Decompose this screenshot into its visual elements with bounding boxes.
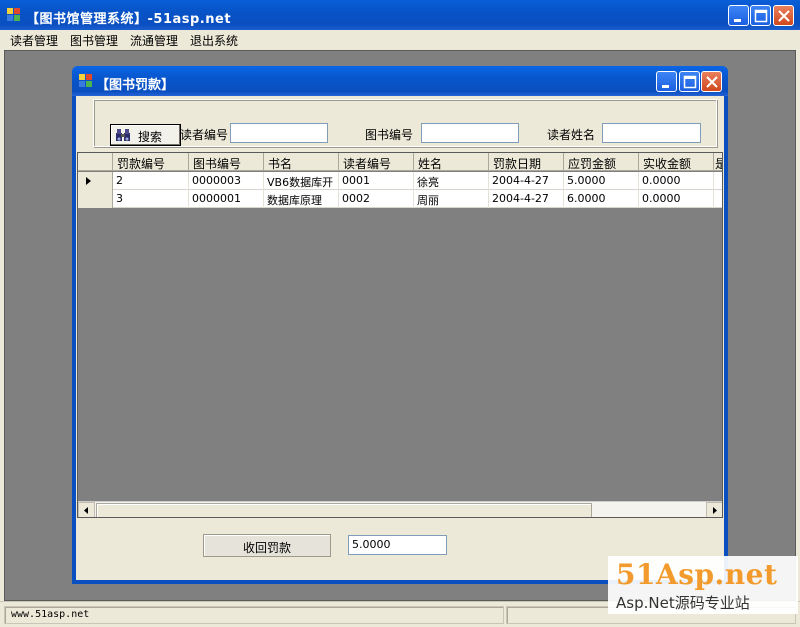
cell-fine-due[interactable]: 6.0000 [564,190,639,208]
column-header-book-title[interactable]: 书名 [264,153,339,171]
child-maximize-button[interactable] [679,71,700,92]
fine-window: 【图书罚款】 搜索 读者编号 图书编号 读者姓名 罚款编号 图书编号 书名 读者… [72,66,728,584]
cell-fine-received[interactable]: 0.0000 [639,190,714,208]
cell-fine-due[interactable]: 5.0000 [564,172,639,190]
menu-reader-management[interactable]: 读者管理 [10,32,58,49]
cell-reader-id[interactable]: 0001 [339,172,414,190]
cell-book-id[interactable]: 0000003 [189,172,264,190]
book-id-input[interactable] [421,123,519,143]
main-title-bar: 【图书馆管理系统】-51asp.net [0,0,800,30]
column-header-book-id[interactable]: 图书编号 [189,153,264,171]
app-icon [7,8,20,21]
menu-bar: 读者管理 图书管理 流通管理 退出系统 [0,30,800,50]
reader-name-input[interactable] [602,123,701,143]
menu-circulation-management[interactable]: 流通管理 [130,32,178,49]
arrow-left-icon [84,507,88,514]
close-button[interactable] [773,5,794,26]
cell-name[interactable]: 周丽 [414,190,489,208]
window-icon [79,74,92,87]
fine-window-body: 搜索 读者编号 图书编号 读者姓名 罚款编号 图书编号 书名 读者编号 姓名 罚… [76,96,724,580]
cell-book-id[interactable]: 0000001 [189,190,264,208]
row-selector[interactable] [78,190,113,208]
cell-fine-date[interactable]: 2004-4-27 [489,190,564,208]
search-groupbox: 搜索 读者编号 图书编号 读者姓名 [93,99,717,147]
grid-corner [78,153,113,171]
scroll-left-button[interactable] [78,502,95,517]
cell-fine-date[interactable]: 2004-4-27 [489,172,564,190]
menu-book-management[interactable]: 图书管理 [70,32,118,49]
scrollbar-thumb[interactable] [96,503,592,517]
row-selector[interactable] [78,172,113,190]
collect-fine-button-label: 收回罚款 [242,541,291,555]
fine-window-title: 【图书罚款】 [96,78,175,93]
minimize-icon [662,85,669,88]
grid-header: 罚款编号 图书编号 书名 读者编号 姓名 罚款日期 应罚金额 实收金额 是 [78,153,722,171]
cell-fine-id[interactable]: 3 [113,190,189,208]
table-row[interactable]: 2 0000003 VB6数据库开 0001 徐亮 2004-4-27 5.00… [78,172,722,190]
close-icon [706,76,718,88]
search-button-label: 搜索 [138,130,163,144]
child-minimize-button[interactable] [656,71,677,92]
cell-reader-id[interactable]: 0002 [339,190,414,208]
cell-book-title[interactable]: VB6数据库开 [264,172,339,190]
main-window-title: 【图书馆管理系统】-51asp.net [26,12,232,27]
minimize-icon [734,19,741,22]
cell-fine-received[interactable]: 0.0000 [639,172,714,190]
maximize-icon [754,9,768,23]
cell-truncated[interactable] [714,190,722,208]
reader-id-input[interactable] [230,123,328,143]
close-icon [778,10,790,22]
table-row[interactable]: 3 0000001 数据库原理 0002 周丽 2004-4-27 6.0000… [78,190,722,208]
watermark-logo: 51Asp.net [616,558,778,591]
column-header-reader-id[interactable]: 读者编号 [339,153,414,171]
maximize-icon [683,75,697,89]
collect-fine-button[interactable]: 收回罚款 [203,534,331,557]
site-watermark: 51Asp.net Asp.Net源码专业站 [608,556,798,614]
scroll-right-button[interactable] [706,502,722,517]
reader-id-label: 读者编号 [180,128,229,142]
minimize-button[interactable] [728,5,749,26]
menu-exit-system[interactable]: 退出系统 [190,32,238,49]
reader-name-label: 读者姓名 [547,128,596,142]
search-button[interactable]: 搜索 [110,124,181,146]
status-panel-main: www.51asp.net [4,606,504,624]
column-header-name[interactable]: 姓名 [414,153,489,171]
binoculars-icon [116,129,130,141]
column-header-fine-due[interactable]: 应罚金额 [564,153,639,171]
fine-window-title-bar: 【图书罚款】 [72,66,728,96]
horizontal-scrollbar[interactable] [78,501,722,517]
arrow-right-icon [713,507,717,514]
current-row-arrow-icon [86,177,91,185]
column-header-fine-received[interactable]: 实收金额 [639,153,714,171]
column-header-fine-id[interactable]: 罚款编号 [113,153,189,171]
child-close-button[interactable] [701,71,722,92]
status-text: www.51asp.net [11,609,90,620]
cell-book-title[interactable]: 数据库原理 [264,190,339,208]
column-header-fine-date[interactable]: 罚款日期 [489,153,564,171]
cell-truncated[interactable] [714,172,722,190]
watermark-subtitle: Asp.Net源码专业站 [616,594,750,612]
maximize-button[interactable] [750,5,771,26]
fine-amount-input[interactable]: 5.0000 [348,535,447,555]
cell-fine-id[interactable]: 2 [113,172,189,190]
cell-name[interactable]: 徐亮 [414,172,489,190]
fines-datagrid[interactable]: 罚款编号 图书编号 书名 读者编号 姓名 罚款日期 应罚金额 实收金额 是 2 … [77,152,723,518]
book-id-label: 图书编号 [365,128,414,142]
column-header-truncated[interactable]: 是 [714,153,722,171]
